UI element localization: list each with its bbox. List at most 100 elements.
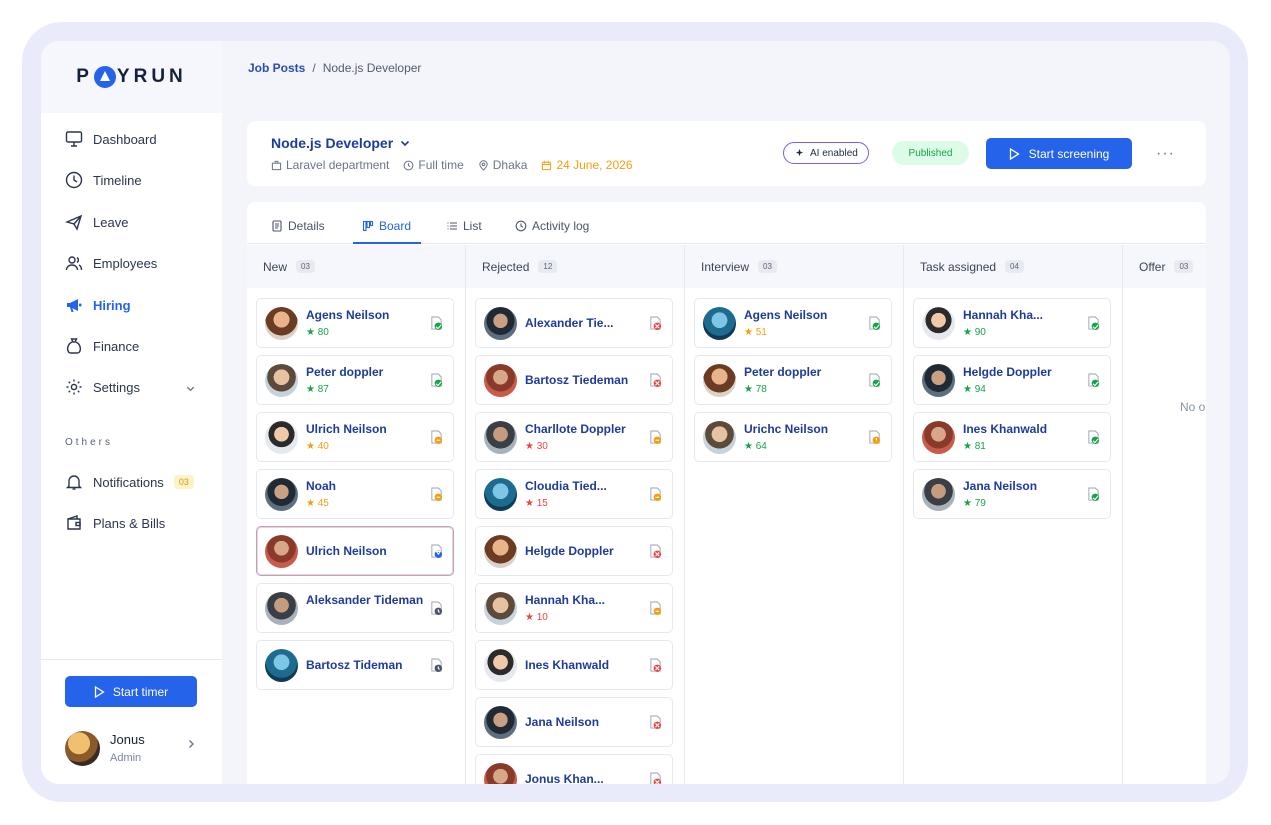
- column-title: Offer: [1139, 259, 1166, 274]
- sidebar-item-notifications[interactable]: Notifications 03: [64, 470, 194, 494]
- column-title: Rejected: [482, 259, 530, 274]
- candidate-name: Ulrich Neilson: [306, 544, 387, 558]
- processing-status-icon: [431, 544, 443, 558]
- candidate-card[interactable]: Noah ★ 45: [256, 469, 454, 519]
- clock-icon: [64, 170, 84, 190]
- approved-status-icon: [431, 316, 443, 330]
- kanban-column: New 03 Agens Neilson ★ 80 Peter doppler ★ 87 U…: [247, 245, 466, 784]
- logo-mark-icon: [93, 66, 116, 88]
- user-name: Jonus: [110, 732, 145, 747]
- candidate-card[interactable]: Hannah Kha... ★ 10: [475, 583, 673, 633]
- candidate-name: Cloudia Tied...: [525, 479, 607, 493]
- candidate-card[interactable]: Bartosz Tideman: [256, 640, 454, 690]
- building-icon: [271, 160, 282, 170]
- candidate-name: Alexander Tie...: [525, 316, 614, 330]
- candidate-card[interactable]: Helgde Doppler ★ 94: [913, 355, 1111, 405]
- tab-details[interactable]: Details: [271, 219, 325, 233]
- avatar: [922, 478, 955, 511]
- candidate-card[interactable]: Ines Khanwald ★ 81: [913, 412, 1111, 462]
- avatar: [484, 307, 517, 340]
- sparkle-icon: [795, 148, 804, 156]
- sidebar-item-label: Finance: [93, 338, 140, 354]
- candidate-card[interactable]: Peter doppler ★ 87: [256, 355, 454, 405]
- ai-enabled-badge[interactable]: AI enabled: [783, 142, 869, 164]
- candidate-card[interactable]: Alexander Tie...: [475, 298, 673, 348]
- candidate-name: Jana Neilson: [963, 479, 1038, 493]
- candidate-card[interactable]: Hannah Kha... ★ 90: [913, 298, 1111, 348]
- column-title: Interview: [701, 259, 750, 274]
- candidate-name: Hannah Kha...: [525, 593, 606, 607]
- more-options-icon[interactable]: ···: [1156, 145, 1175, 163]
- candidate-card[interactable]: Peter doppler ★ 78: [694, 355, 892, 405]
- tab-activity-log[interactable]: Activity log: [515, 219, 589, 233]
- candidate-card[interactable]: Ines Khanwald: [475, 640, 673, 690]
- candidate-card[interactable]: Agens Neilson ★ 80: [256, 298, 454, 348]
- column-header: Interview 03: [685, 245, 903, 288]
- column-title: New: [263, 259, 288, 274]
- column-count-badge: 04: [1005, 260, 1024, 273]
- candidate-score: ★ 51: [744, 327, 767, 338]
- plane-icon: [64, 212, 84, 232]
- job-title-dropdown[interactable]: Node.js Developer: [271, 135, 411, 151]
- tab-list[interactable]: List: [446, 219, 482, 233]
- sidebar-item-dashboard[interactable]: Dashboard: [64, 127, 157, 151]
- sidebar-item-employees[interactable]: Employees: [64, 251, 157, 275]
- candidate-card[interactable]: Jana Neilson ★ 79: [913, 469, 1111, 519]
- candidate-card[interactable]: Ulrich Neilson ★ 40: [256, 412, 454, 462]
- avatar: [484, 763, 517, 784]
- column-header: New 03: [247, 245, 465, 288]
- pending-status-icon: [431, 658, 443, 672]
- avatar: [703, 307, 736, 340]
- avatar: [265, 649, 298, 682]
- avatar: [703, 421, 736, 454]
- megaphone-icon: [64, 295, 84, 315]
- avatar: [265, 592, 298, 625]
- job-type: Full time: [403, 158, 464, 172]
- sidebar-item-label: Timeline: [93, 172, 142, 188]
- sidebar-item-label: Employees: [93, 255, 158, 271]
- chevron-down-icon: [401, 140, 410, 147]
- column-count-badge: 03: [296, 260, 315, 273]
- breadcrumb-job-posts-link[interactable]: Job Posts: [248, 61, 305, 75]
- logo-text-end: YRUN: [116, 66, 187, 87]
- monitor-icon: [64, 129, 84, 149]
- list-icon: [447, 222, 457, 230]
- sidebar-item-finance[interactable]: Finance: [64, 334, 139, 358]
- user-profile[interactable]: Jonus Admin: [65, 731, 200, 767]
- candidate-card[interactable]: Helgde Doppler: [475, 526, 673, 576]
- candidate-card[interactable]: Ulrich Neilson: [256, 526, 454, 576]
- breadcrumb-separator: /: [312, 61, 316, 75]
- candidate-card[interactable]: Agens Neilson ★ 51: [694, 298, 892, 348]
- logo-text-start: P: [76, 66, 93, 87]
- kanban-column: Rejected 12 Alexander Tie... Bartosz Tiedem…: [466, 245, 685, 784]
- candidate-card[interactable]: Jonus Khan...: [475, 754, 673, 784]
- start-screening-button[interactable]: Start screening: [986, 138, 1132, 169]
- tab-board[interactable]: Board: [362, 219, 411, 233]
- avatar: [922, 307, 955, 340]
- avatar: [484, 649, 517, 682]
- logo[interactable]: P YRUN: [41, 41, 222, 113]
- candidate-card[interactable]: Charllote Doppler ★ 30: [475, 412, 673, 462]
- chevron-right-icon[interactable]: [186, 736, 196, 754]
- user-role: Admin: [110, 752, 142, 764]
- candidate-card[interactable]: Jana Neilson: [475, 697, 673, 747]
- sidebar-item-hiring[interactable]: Hiring: [64, 293, 131, 317]
- rejected-status-icon: [650, 373, 662, 387]
- sidebar-item-leave[interactable]: Leave: [64, 210, 128, 234]
- candidate-score: ★ 80: [306, 327, 329, 338]
- candidate-card[interactable]: Urichc Neilson ★ 64: [694, 412, 892, 462]
- sidebar-item-timeline[interactable]: Timeline: [64, 168, 142, 192]
- chevron-down-icon[interactable]: [185, 381, 197, 393]
- location-pin-icon: [479, 159, 488, 171]
- column-header: Task assigned 04: [904, 245, 1122, 288]
- sidebar-item-settings[interactable]: Settings: [64, 375, 140, 399]
- avatar: [922, 421, 955, 454]
- job-date: 24 June, 2026: [541, 158, 633, 172]
- candidate-card[interactable]: Bartosz Tiedeman: [475, 355, 673, 405]
- sidebar-item-plans-bills[interactable]: Plans & Bills: [64, 511, 165, 535]
- candidate-card[interactable]: Aleksander Tideman: [256, 583, 454, 633]
- gear-icon: [64, 377, 84, 397]
- start-timer-button[interactable]: Start timer: [65, 676, 197, 707]
- board-panel: Details Board List Activity log New 03 Age…: [247, 202, 1206, 784]
- candidate-card[interactable]: Cloudia Tied... ★ 15: [475, 469, 673, 519]
